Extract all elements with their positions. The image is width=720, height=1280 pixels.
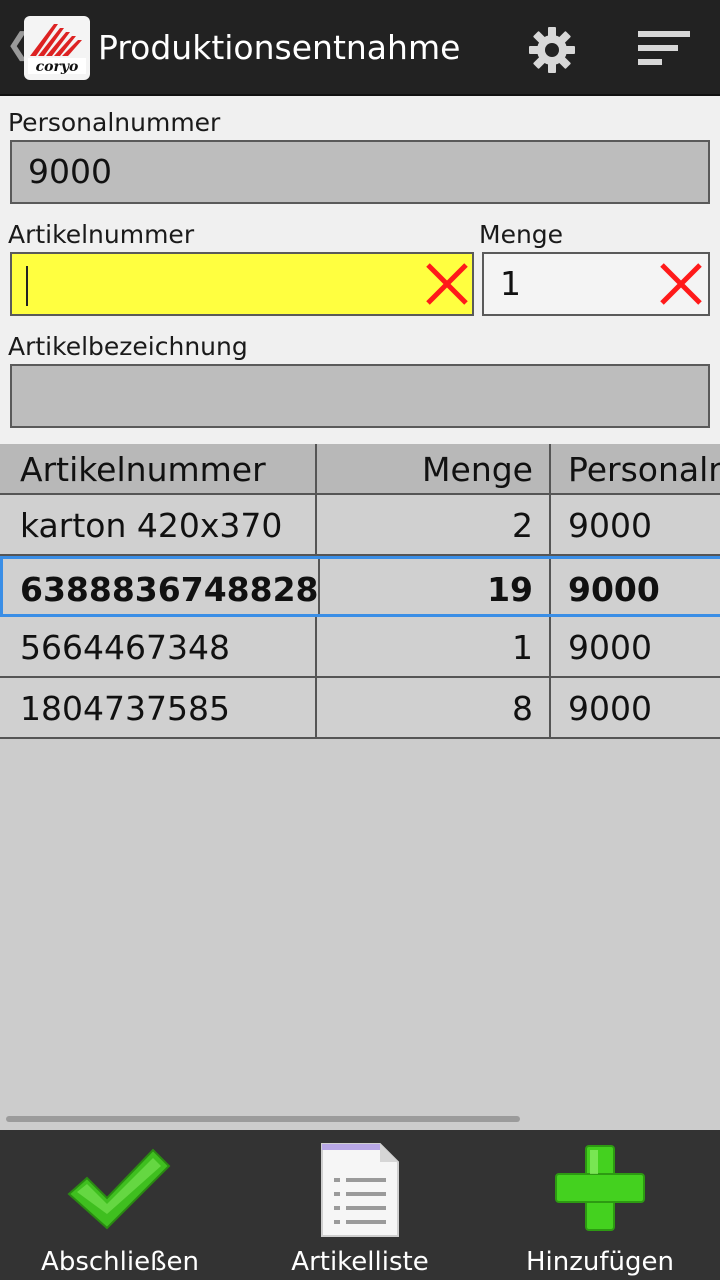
table-row-selected[interactable]: 6388836748828 19 9000 (0, 556, 720, 617)
cell-personalnummer: 9000 (568, 570, 660, 609)
clear-menge-button[interactable] (656, 259, 706, 309)
settings-button[interactable] (526, 24, 578, 76)
page-title: Produktionsentnahme (98, 28, 461, 67)
entry-form: Personalnummer 9000 Artikelnummer Menge … (0, 96, 720, 444)
document-list-icon (321, 1143, 399, 1237)
cell-artikelnummer: 1804737585 (0, 678, 317, 737)
close-icon (660, 263, 702, 305)
cell-artikelnummer: 5664467348 (0, 617, 317, 676)
clear-artikelnummer-button[interactable] (422, 259, 472, 309)
cell-personalnummer: 9000 (568, 628, 652, 667)
sort-lines-icon (638, 31, 690, 65)
action-bar: ❮ coryo Produktionsentnahme (0, 0, 720, 96)
artikelnummer-label: Artikelnummer (8, 220, 195, 249)
personalnummer-field[interactable]: 9000 (10, 140, 710, 204)
checkmark-icon (67, 1148, 171, 1230)
cell-menge: 1 (317, 617, 551, 676)
article-list-label: Artikelliste (291, 1247, 429, 1277)
artikelbezeichnung-field[interactable] (10, 364, 710, 428)
table-row[interactable]: 5664467348 1 9000 (0, 617, 720, 678)
table-header: Artikelnummer Menge Personalnummer (0, 444, 720, 495)
cell-menge: 2 (317, 495, 551, 554)
cell-personalnummer: 9000 (568, 689, 652, 728)
add-button[interactable]: Hinzufügen (480, 1130, 720, 1280)
add-label: Hinzufügen (526, 1247, 674, 1277)
table-row[interactable]: karton 420x370 2 9000 (0, 495, 720, 556)
plus-icon (555, 1145, 645, 1231)
cell-menge: 8 (317, 678, 551, 737)
column-header-artikelnummer[interactable]: Artikelnummer (0, 444, 317, 493)
cell-personalnummer: 9000 (568, 506, 652, 545)
column-header-personalnummer[interactable]: Personalnummer (551, 444, 720, 493)
menge-label: Menge (479, 220, 564, 249)
column-header-menge[interactable]: Menge (317, 444, 551, 493)
cell-artikelnummer: 6388836748828 (3, 559, 320, 614)
svg-text:coryo: coryo (36, 59, 79, 75)
app-logo[interactable]: coryo (24, 16, 90, 80)
personalnummer-label: Personalnummer (8, 108, 221, 137)
article-list-button[interactable]: Artikelliste (240, 1130, 480, 1280)
gear-icon (529, 27, 575, 73)
cell-artikelnummer: karton 420x370 (0, 495, 317, 554)
bottom-action-bar: Abschließen Artikelliste Hinzufügen (0, 1130, 720, 1280)
finish-button[interactable]: Abschließen (0, 1130, 240, 1280)
artikelnummer-field[interactable] (10, 252, 474, 316)
finish-label: Abschließen (41, 1247, 199, 1277)
cell-menge: 19 (317, 559, 551, 614)
menge-value: 1 (500, 264, 521, 303)
close-icon (426, 263, 468, 305)
sort-menu-button[interactable] (636, 28, 692, 70)
artikelbezeichnung-label: Artikelbezeichnung (8, 332, 248, 361)
table-row[interactable]: 1804737585 8 9000 (0, 678, 720, 739)
text-cursor (26, 266, 28, 306)
horizontal-scrollbar[interactable] (6, 1116, 520, 1122)
menge-field[interactable]: 1 (482, 252, 710, 316)
